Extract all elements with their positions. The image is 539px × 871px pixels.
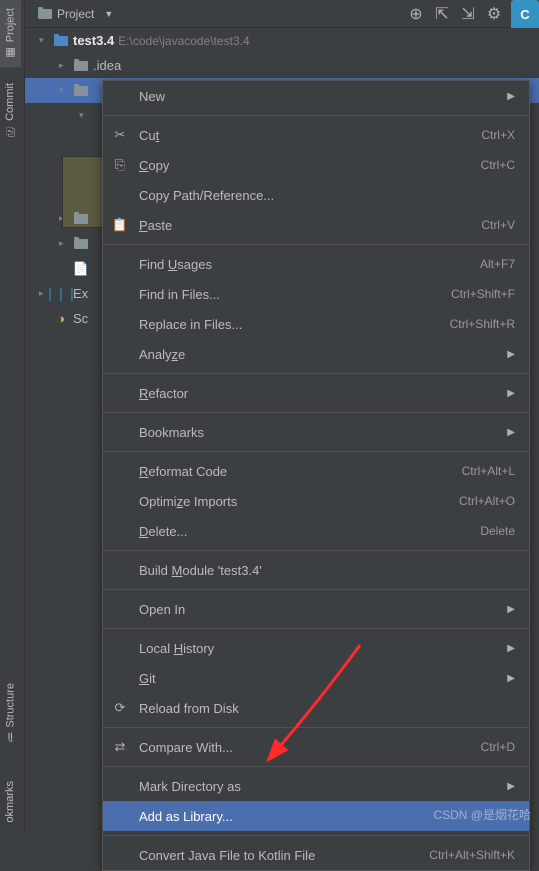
menu-build-module[interactable]: Build Module 'test3.4' xyxy=(103,555,529,585)
menu-git[interactable]: Git▶ xyxy=(103,663,529,693)
folder-icon xyxy=(73,58,89,74)
menu-delete[interactable]: Delete...Delete xyxy=(103,516,529,546)
menu-paste[interactable]: 📋PasteCtrl+V xyxy=(103,210,529,240)
menu-copy-path[interactable]: Copy Path/Reference... xyxy=(103,180,529,210)
menu-separator xyxy=(103,373,529,374)
menu-find-usages[interactable]: Find UsagesAlt+F7 xyxy=(103,249,529,279)
locate-icon[interactable]: ⊕ xyxy=(405,3,427,25)
chevron-down-icon: ▾ xyxy=(39,35,49,46)
submenu-arrow-icon: ▶ xyxy=(507,349,515,360)
chevron-down-icon: ▼ xyxy=(104,9,113,19)
menu-add-as-library[interactable]: Add as Library... xyxy=(103,801,529,831)
chevron-down-icon: ▾ xyxy=(79,110,89,121)
menu-separator xyxy=(103,835,529,836)
libraries-icon: ❘❘❘ xyxy=(53,286,69,302)
menu-analyze[interactable]: Analyze▶ xyxy=(103,339,529,369)
menu-optimize-imports[interactable]: Optimize ImportsCtrl+Alt+O xyxy=(103,486,529,516)
menu-separator xyxy=(103,412,529,413)
menu-reload-from-disk[interactable]: ⟳Reload from Disk xyxy=(103,693,529,723)
project-toolbar: Project ▼ ⊕ ⇱ ⇲ ⚙ — xyxy=(25,0,539,28)
menu-find-in-files[interactable]: Find in Files...Ctrl+Shift+F xyxy=(103,279,529,309)
settings-icon[interactable]: ⚙ xyxy=(483,3,505,25)
project-view-selector[interactable]: Project ▼ xyxy=(31,4,119,24)
submenu-arrow-icon: ▶ xyxy=(507,781,515,792)
paste-icon: 📋 xyxy=(111,216,129,234)
menu-separator xyxy=(103,766,529,767)
submenu-arrow-icon: ▶ xyxy=(507,643,515,654)
tree-root[interactable]: ▾ test3.4 E:\code\javacode\test3.4 xyxy=(25,28,539,53)
folder-icon xyxy=(73,83,89,99)
commit-icon: ⎘ xyxy=(4,125,16,136)
submenu-arrow-icon: ▶ xyxy=(507,427,515,438)
submenu-arrow-icon: ▶ xyxy=(507,388,515,399)
folder-icon xyxy=(73,236,89,252)
editor-corner-badge: C xyxy=(511,0,539,28)
chevron-right-icon: ▸ xyxy=(59,60,69,71)
menu-cut[interactable]: ✂CutCtrl+X xyxy=(103,120,529,150)
sidebar-tab-bookmarks[interactable]: okmarks xyxy=(0,773,20,831)
menu-compare-with[interactable]: ⇄Compare With...Ctrl+D xyxy=(103,732,529,762)
submenu-arrow-icon: ▶ xyxy=(507,91,515,102)
collapse-all-icon[interactable]: ⇲ xyxy=(457,3,479,25)
sidebar-tab-commit[interactable]: ⎘ Commit xyxy=(0,75,20,144)
file-icon: 📄 xyxy=(73,261,89,277)
menu-separator xyxy=(103,451,529,452)
menu-replace-in-files[interactable]: Replace in Files...Ctrl+Shift+R xyxy=(103,309,529,339)
menu-separator xyxy=(103,727,529,728)
sidebar-tab-structure[interactable]: ≔ Structure xyxy=(0,675,21,751)
context-menu: New▶ ✂CutCtrl+X ⎘CopyCtrl+C Copy Path/Re… xyxy=(102,80,530,871)
structure-icon: ≔ xyxy=(4,732,17,743)
chevron-down-icon: ▾ xyxy=(59,85,69,96)
chevron-right-icon: ▸ xyxy=(59,238,69,249)
menu-separator xyxy=(103,550,529,551)
sidebar-tab-project[interactable]: ▦ Project xyxy=(0,0,21,67)
menu-new[interactable]: New▶ xyxy=(103,81,529,111)
menu-convert-to-kotlin[interactable]: Convert Java File to Kotlin FileCtrl+Alt… xyxy=(103,840,529,870)
menu-separator xyxy=(103,589,529,590)
menu-bookmarks[interactable]: Bookmarks▶ xyxy=(103,417,529,447)
menu-refactor[interactable]: Refactor▶ xyxy=(103,378,529,408)
menu-local-history[interactable]: Local History▶ xyxy=(103,633,529,663)
reload-icon: ⟳ xyxy=(111,699,129,717)
tree-node-idea[interactable]: ▸ .idea xyxy=(25,53,539,78)
project-icon: ▦ xyxy=(4,46,17,59)
menu-copy[interactable]: ⎘CopyCtrl+C xyxy=(103,150,529,180)
menu-separator xyxy=(103,244,529,245)
cut-icon: ✂ xyxy=(111,126,129,144)
copy-icon: ⎘ xyxy=(111,156,129,174)
menu-mark-directory-as[interactable]: Mark Directory as▶ xyxy=(103,771,529,801)
module-folder-icon xyxy=(53,33,69,49)
project-view-icon xyxy=(37,6,53,22)
submenu-arrow-icon: ▶ xyxy=(507,604,515,615)
compare-icon: ⇄ xyxy=(111,738,129,756)
menu-separator xyxy=(103,628,529,629)
submenu-arrow-icon: ▶ xyxy=(507,673,515,684)
expand-all-icon[interactable]: ⇱ xyxy=(431,3,453,25)
menu-open-in[interactable]: Open In▶ xyxy=(103,594,529,624)
scratches-icon: ◑ xyxy=(53,311,69,327)
menu-reformat[interactable]: Reformat CodeCtrl+Alt+L xyxy=(103,456,529,486)
menu-separator xyxy=(103,115,529,116)
